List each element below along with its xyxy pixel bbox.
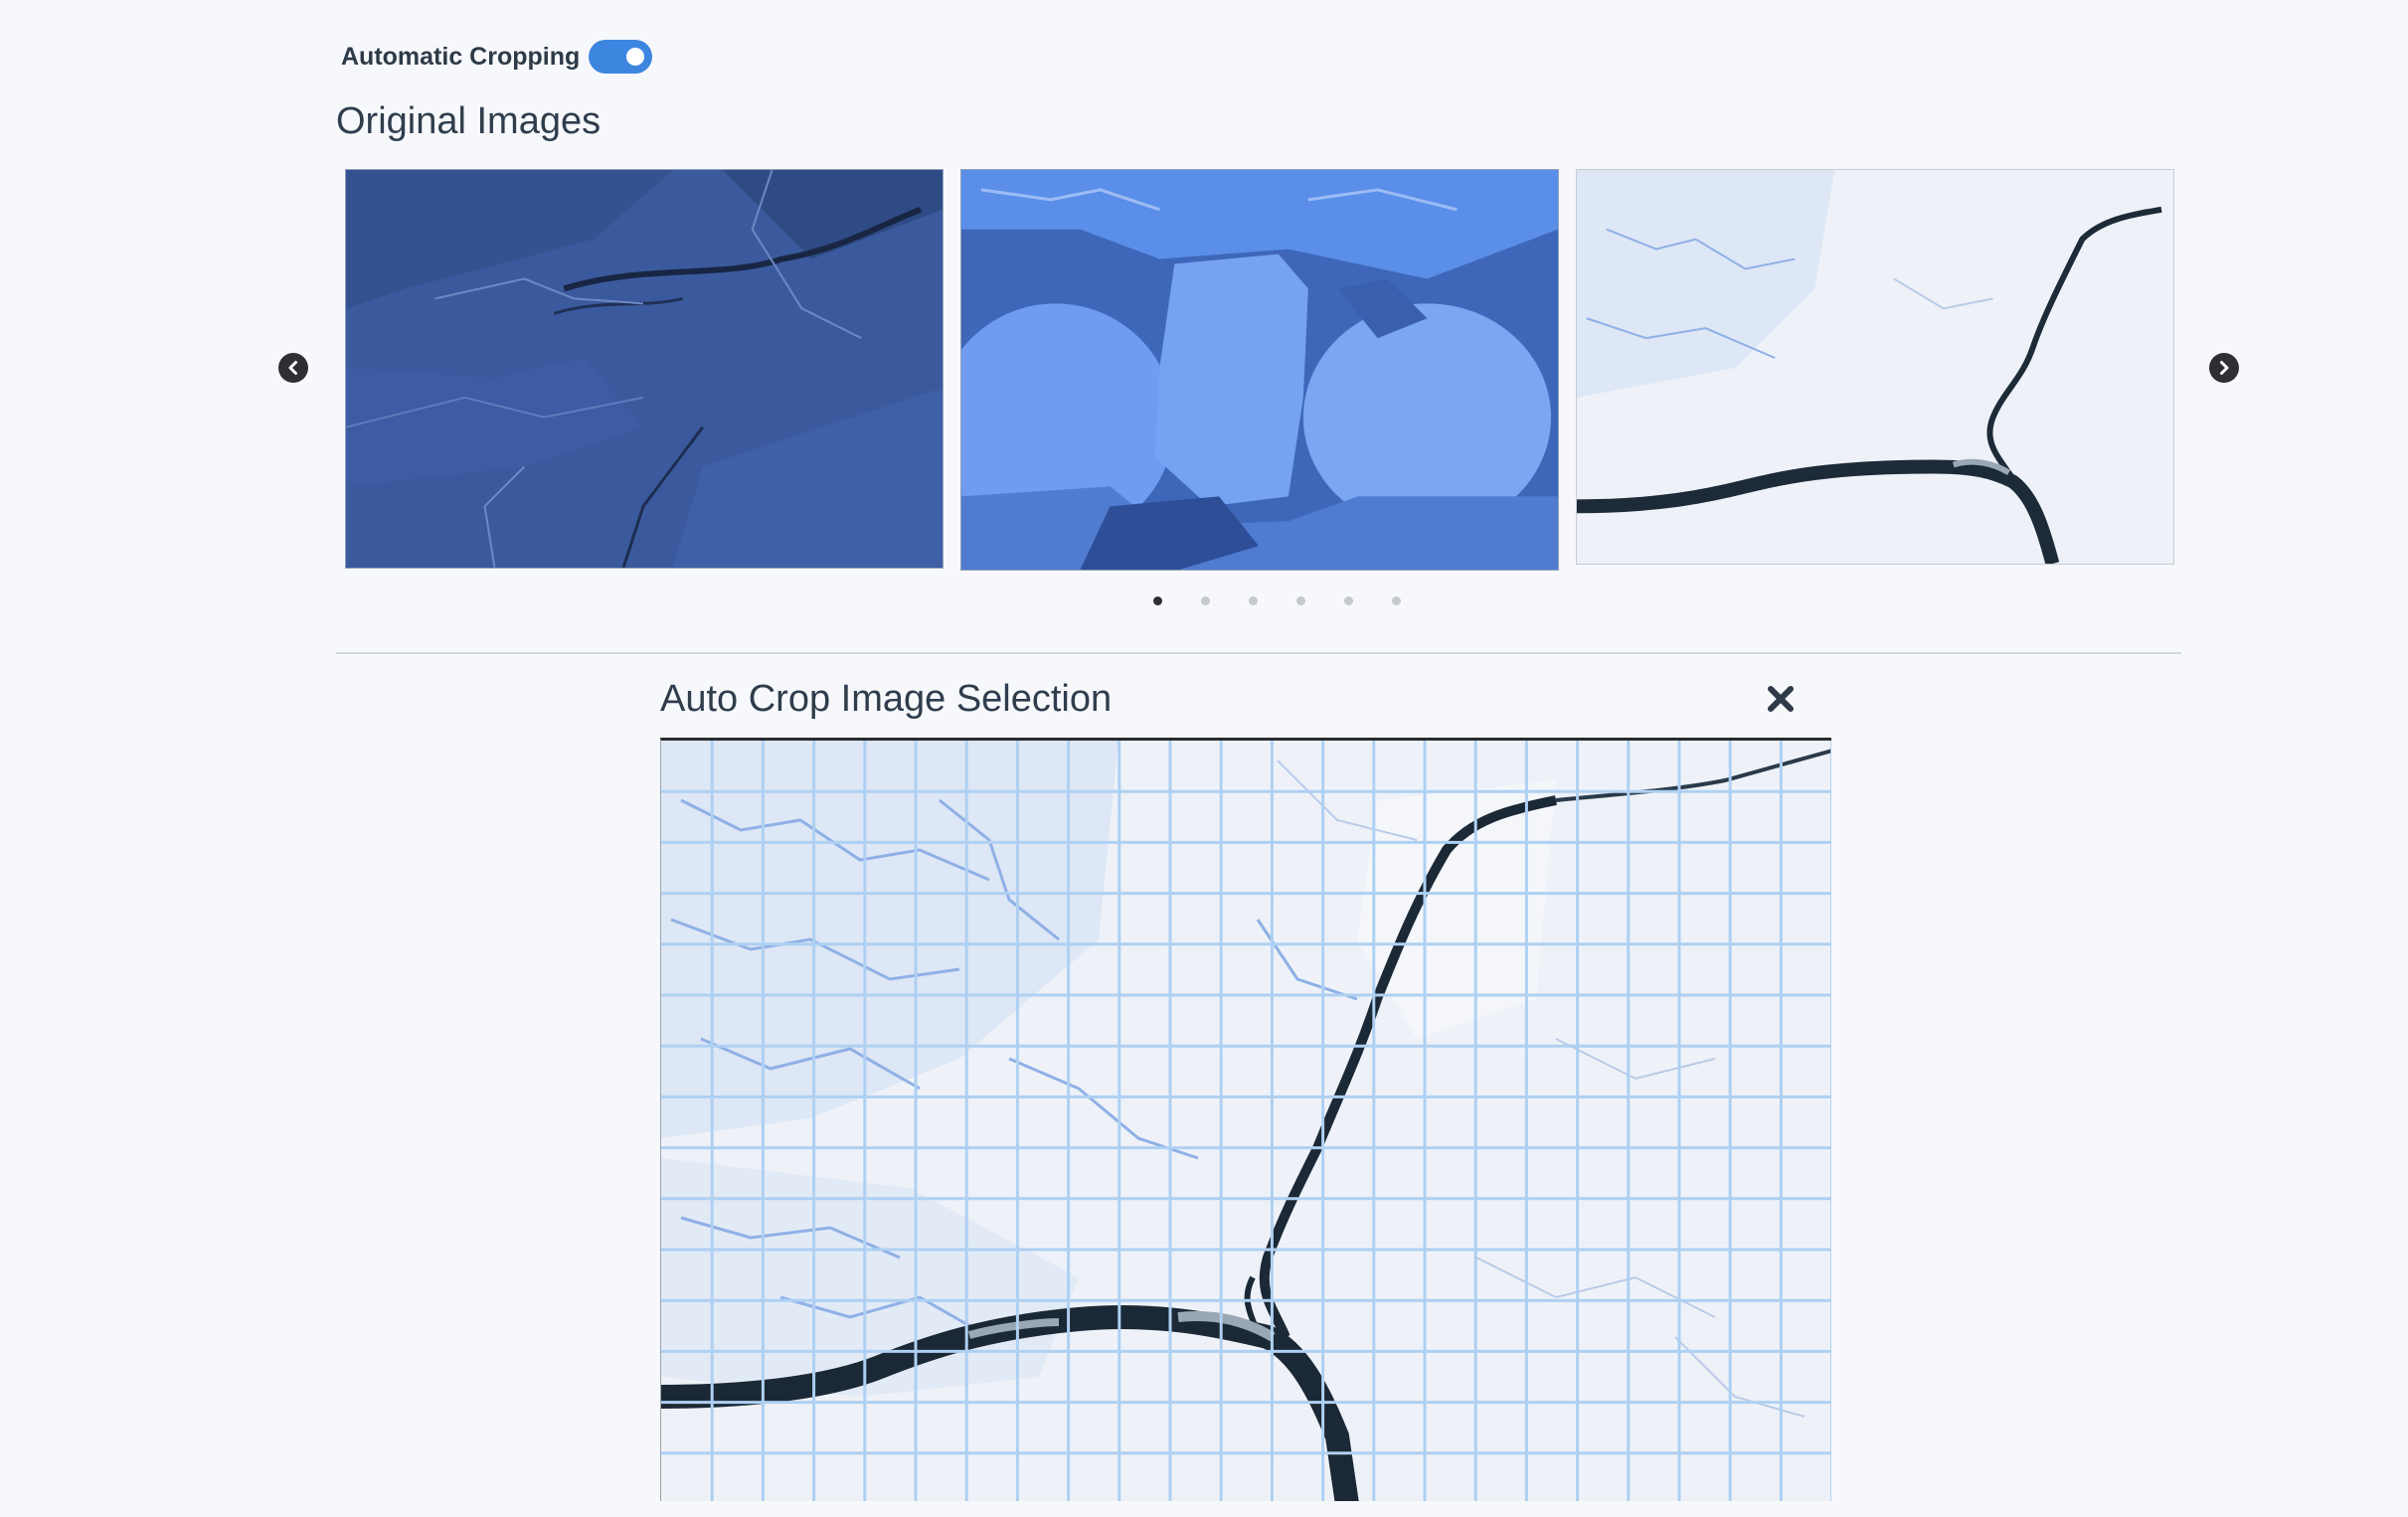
- auto-crop-setting: Automatic Cropping: [341, 40, 653, 74]
- original-images-title: Original Images: [336, 100, 602, 142]
- carousel-next-button[interactable]: [2209, 353, 2239, 383]
- carousel-dot-4[interactable]: [1296, 596, 1305, 605]
- toggle-knob: [626, 48, 645, 66]
- chevron-right-icon: [2220, 361, 2229, 375]
- carousel-prev-button[interactable]: [278, 353, 308, 383]
- carousel-dot-2[interactable]: [1201, 596, 1210, 605]
- auto-crop-toggle[interactable]: [589, 40, 653, 74]
- close-icon: [1768, 686, 1794, 712]
- auto-crop-label: Automatic Cropping: [341, 42, 581, 71]
- crop-image-canvas: [661, 741, 1831, 1501]
- section-divider: [336, 652, 2181, 654]
- carousel-dot-6[interactable]: [1392, 596, 1401, 605]
- carousel-pagination: [1153, 596, 1401, 605]
- original-image-thumbnail-2[interactable]: [960, 169, 1559, 571]
- original-image-thumbnail-1[interactable]: [345, 169, 944, 569]
- original-image-thumbnail-3[interactable]: [1576, 169, 2174, 565]
- auto-crop-title: Auto Crop Image Selection: [660, 678, 1113, 720]
- chevron-left-icon: [288, 361, 297, 375]
- carousel-dot-5[interactable]: [1344, 596, 1353, 605]
- carousel-dot-3[interactable]: [1249, 596, 1258, 605]
- crop-selection-area[interactable]: [660, 738, 1831, 1501]
- ice-floes-blue-image: [961, 170, 1558, 570]
- ice-crack-white-image: [1577, 170, 2173, 564]
- carousel-dot-1[interactable]: [1153, 596, 1162, 605]
- sea-ice-dark-blue-image: [346, 170, 943, 568]
- close-button[interactable]: [1764, 682, 1798, 716]
